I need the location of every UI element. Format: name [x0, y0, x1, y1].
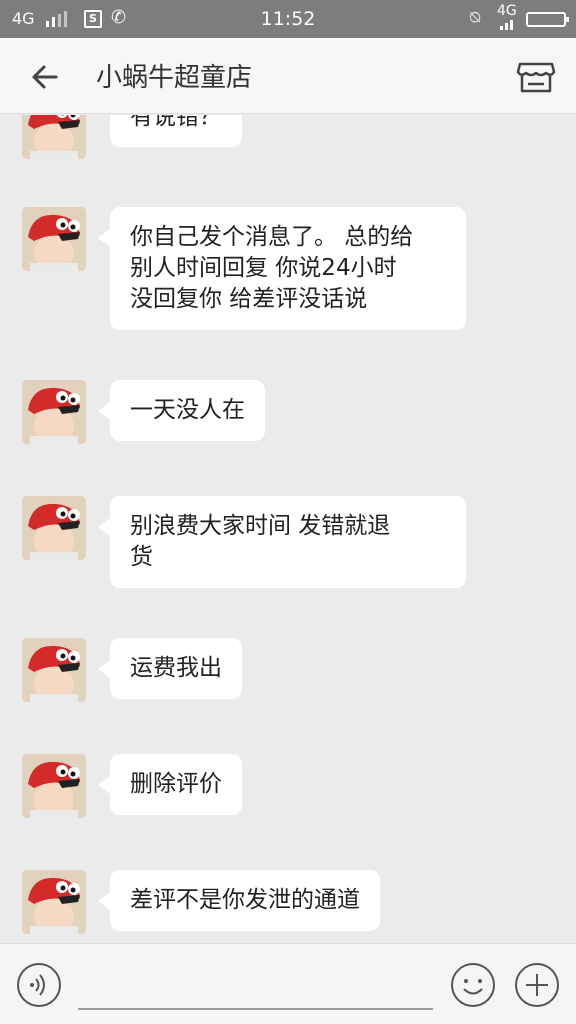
message-text: 一天没人在 [130, 397, 245, 423]
message-bubble[interactable]: 别浪费大家时间 发错就退 货 [98, 496, 466, 588]
chat-message-list[interactable]: 有说错？ 你自己发个消息了。 总的给 别人时间回复 你说24小时 没回复你 给差… [0, 115, 576, 943]
message-text: 别浪费大家时间 发错就退 货 [130, 513, 391, 570]
message-text-input[interactable] [78, 1008, 433, 1010]
shop-title: 小蜗牛超童店 [96, 63, 253, 93]
child-avatar-icon [22, 870, 86, 934]
avatar[interactable] [22, 207, 86, 271]
message-input-bar [0, 943, 576, 1024]
message-text: 差评不是你发泄的通道 [130, 887, 360, 913]
data-activity-icon [500, 20, 513, 30]
message-text: 有说错？ [130, 115, 222, 130]
child-avatar-icon [22, 380, 86, 444]
avatar[interactable] [22, 870, 86, 934]
avatar[interactable] [22, 380, 86, 444]
message-bubble[interactable]: 你自己发个消息了。 总的给 别人时间回复 你说24小时 没回复你 给差评没话说 [98, 207, 466, 330]
child-avatar-icon [22, 207, 86, 271]
network-type-label-right: 4G [497, 3, 517, 19]
avatar[interactable] [22, 638, 86, 702]
child-avatar-icon [22, 496, 86, 560]
avatar[interactable] [22, 754, 86, 818]
child-avatar-icon [22, 115, 86, 159]
clock: 11:52 [260, 8, 316, 30]
back-arrow-icon[interactable] [26, 58, 64, 96]
emoji-icon[interactable] [450, 962, 496, 1008]
mute-icon: ⍉ [470, 8, 481, 28]
message-bubble[interactable]: 有说错？ [110, 115, 242, 147]
chat-header: 小蜗牛超童店 [0, 38, 576, 114]
battery-icon [526, 12, 569, 27]
message-bubble[interactable]: 一天没人在 [98, 380, 265, 441]
message-text: 运费我出 [130, 655, 222, 681]
message-bubble[interactable]: 删除评价 [98, 754, 242, 815]
store-icon[interactable] [515, 56, 557, 96]
voice-input-icon[interactable] [16, 962, 62, 1008]
child-avatar-icon [22, 638, 86, 702]
status-bar: 4G S ✆ 11:52 ⍉ 4G [0, 0, 576, 38]
avatar[interactable] [22, 115, 86, 159]
avatar[interactable] [22, 496, 86, 560]
plus-icon[interactable] [514, 962, 560, 1008]
message-text: 你自己发个消息了。 总的给 别人时间回复 你说24小时 没回复你 给差评没话说 [130, 224, 414, 312]
child-avatar-icon [22, 754, 86, 818]
message-bubble[interactable]: 差评不是你发泄的通道 [98, 870, 380, 931]
message-bubble[interactable]: 运费我出 [98, 638, 242, 699]
message-text: 删除评价 [130, 771, 222, 797]
